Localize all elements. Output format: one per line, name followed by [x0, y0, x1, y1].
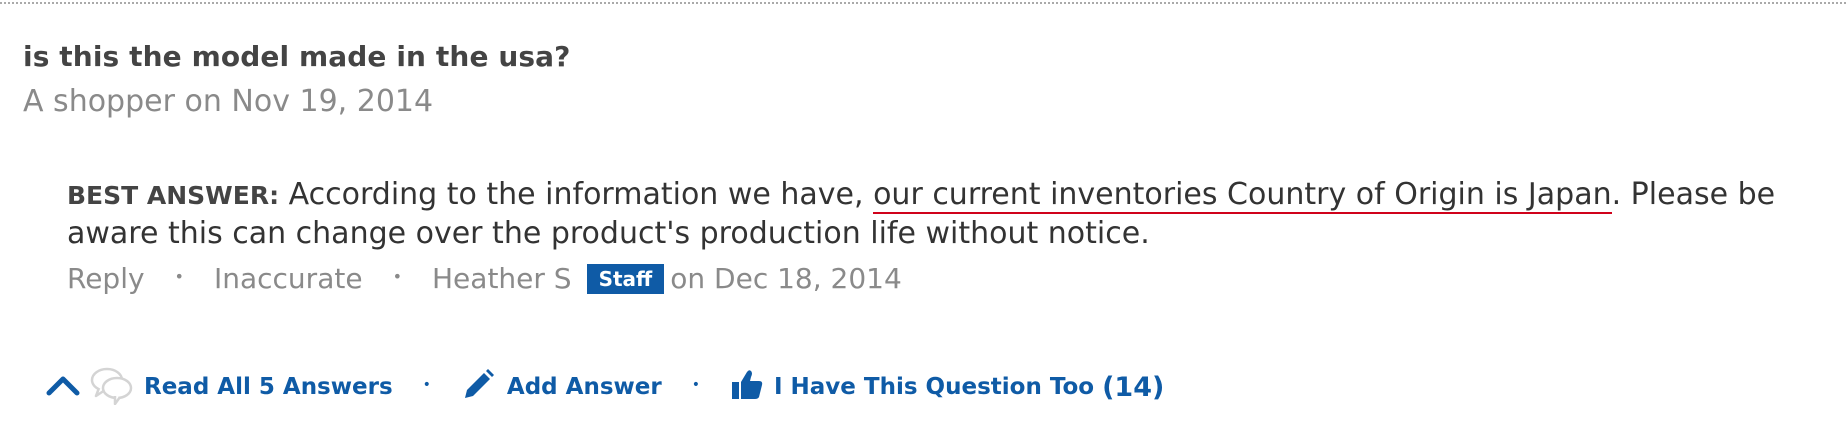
question-too-button[interactable]: I Have This Question Too (14)	[730, 368, 1164, 406]
answer-actions: Read All 5 Answers • Add Answer • I Have…	[46, 362, 1164, 412]
answer-date: on Dec 18, 2014	[670, 262, 902, 295]
speech-bubbles-icon	[90, 365, 134, 409]
best-answer: BEST ANSWER: According to the informatio…	[67, 176, 1827, 253]
qa-card: is this the model made in the usa? A sho…	[0, 0, 1846, 444]
inaccurate-link[interactable]: Inaccurate	[214, 262, 363, 295]
meta-separator: •	[174, 267, 184, 286]
best-answer-label: BEST ANSWER:	[67, 181, 280, 210]
question-title: is this the model made in the usa?	[23, 40, 571, 73]
asker-name: A shopper	[23, 84, 175, 119]
answer-text-highlight: our current inventories Country of Origi…	[873, 177, 1612, 214]
answer-meta: Reply • Inaccurate • Heather S Staff on …	[67, 262, 902, 295]
answer-author: Heather S	[432, 262, 572, 295]
question-byline: A shopper on Nov 19, 2014	[23, 84, 433, 119]
question-too-count: (14)	[1102, 371, 1165, 403]
dotted-divider	[0, 2, 1846, 4]
staff-badge: Staff	[586, 263, 665, 294]
action-separator: •	[691, 377, 700, 393]
thumbs-up-icon	[730, 368, 764, 406]
meta-separator: •	[392, 267, 402, 286]
add-answer-button[interactable]: Add Answer	[461, 368, 662, 406]
action-separator: •	[422, 377, 431, 393]
answer-text-before: According to the information we have,	[288, 177, 864, 212]
chevron-up-icon[interactable]	[46, 373, 80, 401]
reply-link[interactable]: Reply	[67, 262, 145, 295]
pencil-icon	[461, 368, 495, 406]
add-answer-label: Add Answer	[506, 374, 662, 400]
on-label: on	[184, 84, 222, 119]
read-all-answers-button[interactable]: Read All 5 Answers	[90, 365, 393, 409]
question-too-label: I Have This Question Too	[773, 374, 1095, 400]
read-all-answers-label: Read All 5 Answers	[144, 374, 393, 400]
question-date: Nov 19, 2014	[231, 84, 434, 119]
